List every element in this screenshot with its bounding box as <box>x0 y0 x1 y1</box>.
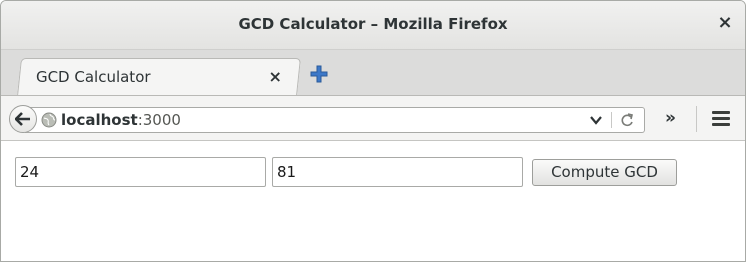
url-port: :3000 <box>137 111 181 129</box>
tab-gcd-calculator[interactable]: GCD Calculator × <box>17 58 301 96</box>
overflow-chevron-icon[interactable]: » <box>665 108 676 128</box>
hamburger-menu-icon[interactable] <box>712 111 730 127</box>
window-close-icon[interactable]: × <box>715 13 735 33</box>
page-content: Compute GCD <box>1 141 745 261</box>
new-tab-plus-icon[interactable] <box>309 64 329 84</box>
reload-icon[interactable] <box>618 111 636 129</box>
url-separator <box>611 112 612 128</box>
tab-label: GCD Calculator <box>35 68 151 86</box>
toolbar-separator <box>696 106 697 132</box>
compute-gcd-button[interactable]: Compute GCD <box>532 159 677 186</box>
title-bar[interactable]: GCD Calculator – Mozilla Firefox × <box>1 1 745 49</box>
number-b-input[interactable] <box>272 157 523 187</box>
url-host: localhost <box>61 111 138 129</box>
back-button[interactable] <box>9 105 37 133</box>
browser-window: GCD Calculator – Mozilla Firefox × GCD C… <box>0 0 746 262</box>
back-arrow-icon <box>15 112 30 126</box>
globe-icon <box>41 112 57 128</box>
number-a-input[interactable] <box>15 157 266 187</box>
window-title: GCD Calculator – Mozilla Firefox <box>238 15 508 33</box>
url-bar[interactable]: localhost:3000 <box>25 107 645 133</box>
tab-strip: GCD Calculator × <box>1 49 745 96</box>
tab-close-icon[interactable]: × <box>269 67 282 86</box>
chevron-down-icon[interactable] <box>588 112 604 128</box>
url-text[interactable]: localhost:3000 <box>61 111 181 129</box>
navigation-toolbar: localhost:3000 » <box>1 95 745 141</box>
